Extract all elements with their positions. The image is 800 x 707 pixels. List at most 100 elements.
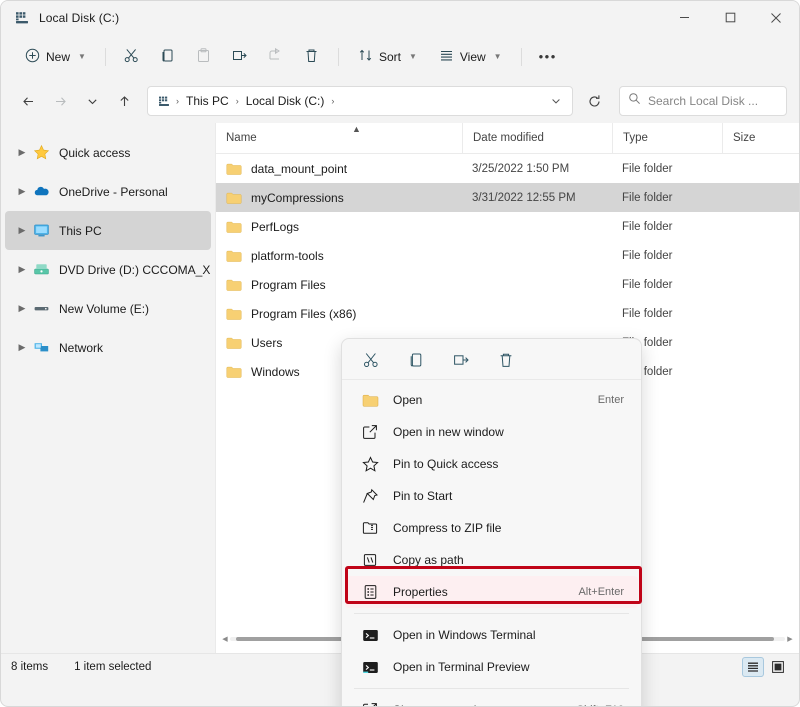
column-header-date-modified[interactable]: Date modified: [462, 123, 612, 154]
date-modified-cell: 3/25/2022 1:50 PM: [472, 162, 570, 175]
cut-button[interactable]: [356, 346, 386, 374]
context-menu-item-label: Pin to Start: [393, 489, 453, 503]
context-menu-item-open-in-new-window[interactable]: Open in new window: [345, 416, 638, 448]
context-menu-item-label: Show more options: [393, 703, 496, 706]
up-button[interactable]: [109, 86, 139, 116]
table-row[interactable]: data_mount_point 3/25/2022 1:50 PM File …: [216, 154, 799, 183]
more-options-button[interactable]: •••: [531, 42, 565, 72]
context-menu-item-open-in-terminal-preview[interactable]: Open in Terminal Preview: [345, 651, 638, 683]
chevron-right-icon[interactable]: ▶: [11, 225, 33, 236]
zip-icon: [361, 520, 379, 536]
large-icons-view-button[interactable]: [767, 657, 789, 677]
cloud-icon: [33, 183, 50, 200]
plus-circle-icon: [25, 48, 40, 66]
rename-button[interactable]: [223, 42, 257, 72]
drive-icon: [33, 300, 50, 317]
chevron-right-icon[interactable]: ▶: [11, 342, 33, 353]
context-menu-item-open-in-windows-terminal[interactable]: Open in Windows Terminal: [345, 619, 638, 651]
details-view-button[interactable]: [742, 657, 764, 677]
table-row[interactable]: Program Files (x86) File folder: [216, 299, 799, 328]
terminal-preview-icon: [361, 660, 379, 675]
file-name-label: Users: [251, 335, 283, 350]
view-icon: [439, 48, 454, 66]
context-menu-item-compress-to-zip[interactable]: Compress to ZIP file: [345, 512, 638, 544]
sidebar-item-onedrive[interactable]: ▶ OneDrive - Personal: [5, 172, 211, 211]
sidebar-item-this-pc[interactable]: ▶ This PC: [5, 211, 211, 250]
sidebar-item-dvd-drive[interactable]: ▶ DVD Drive (D:) CCCOMA_X64FR: [5, 250, 211, 289]
column-header-type[interactable]: Type: [612, 123, 722, 154]
context-menu-item-label: Compress to ZIP file: [393, 521, 502, 535]
refresh-button[interactable]: [579, 86, 609, 116]
view-toggle-group: [742, 657, 789, 677]
context-menu-item-properties[interactable]: Properties Alt+Enter: [345, 576, 638, 608]
chevron-right-icon[interactable]: ▶: [11, 147, 33, 158]
column-header-name[interactable]: Name ▲: [216, 123, 462, 154]
table-row[interactable]: platform-tools File folder: [216, 241, 799, 270]
selection-status-label: 1 item selected: [74, 661, 152, 673]
context-menu-item-pin-to-quick-access[interactable]: Pin to Quick access: [345, 448, 638, 480]
scroll-right-arrow-icon[interactable]: ▶: [785, 635, 795, 643]
sidebar-item-quick-access[interactable]: ▶ Quick access: [5, 133, 211, 172]
breadcrumb-dropdown-icon[interactable]: [544, 88, 568, 114]
forward-button[interactable]: [45, 86, 75, 116]
properties-icon: [361, 584, 379, 600]
file-name-cell: Program Files: [216, 278, 462, 292]
context-menu-item-open[interactable]: Open Enter: [345, 384, 638, 416]
recent-locations-button[interactable]: [77, 86, 107, 116]
sort-button[interactable]: Sort ▼: [348, 42, 427, 72]
copy-button[interactable]: [151, 42, 185, 72]
maximize-button[interactable]: [707, 1, 753, 34]
breadcrumb-separator: ›: [331, 96, 335, 106]
context-menu-item-show-more-options[interactable]: Show more options Shift+F10: [345, 694, 638, 706]
rename-button[interactable]: [446, 346, 476, 374]
table-row[interactable]: myCompressions 3/31/2022 12:55 PM File f…: [216, 183, 799, 212]
search-input[interactable]: Search Local Disk ...: [648, 94, 758, 108]
sidebar-item-network[interactable]: ▶ Network: [5, 328, 211, 367]
delete-button[interactable]: [295, 42, 329, 72]
windows-terminal-icon: [361, 628, 379, 643]
context-menu-item-label: Open in Windows Terminal: [393, 628, 536, 642]
breadcrumb-item-local-disk[interactable]: Local Disk (C:): [240, 94, 331, 108]
delete-button[interactable]: [491, 346, 521, 374]
table-row[interactable]: PerfLogs File folder: [216, 212, 799, 241]
address-bar: › This PC › Local Disk (C:) › Search Loc…: [1, 79, 799, 123]
chevron-right-icon[interactable]: ▶: [11, 264, 33, 275]
chevron-right-icon[interactable]: ▶: [11, 303, 33, 314]
context-menu-item-label: Pin to Quick access: [393, 457, 499, 471]
context-menu-item-label: Properties: [393, 585, 448, 599]
paste-button[interactable]: [187, 42, 221, 72]
search-box[interactable]: Search Local Disk ...: [619, 86, 787, 116]
chevron-down-icon: ▼: [408, 52, 417, 61]
column-header-size[interactable]: Size: [722, 123, 799, 154]
share-button[interactable]: [259, 42, 293, 72]
file-name-label: Program Files: [251, 277, 326, 292]
context-menu-item-accelerator: Enter: [597, 394, 624, 406]
type-cell: File folder: [622, 278, 673, 291]
folder-icon: [226, 249, 242, 263]
new-button[interactable]: New ▼: [15, 42, 96, 72]
file-name-label: myCompressions: [251, 190, 344, 205]
view-button[interactable]: View ▼: [429, 42, 512, 72]
sidebar-item-new-volume[interactable]: ▶ New Volume (E:): [5, 289, 211, 328]
copy-button[interactable]: [401, 346, 431, 374]
copy-icon: [159, 47, 176, 67]
close-button[interactable]: [753, 1, 799, 34]
file-name-label: Program Files (x86): [251, 306, 357, 321]
minimize-button[interactable]: [661, 1, 707, 34]
breadcrumb-item-this-pc[interactable]: This PC: [180, 94, 235, 108]
cut-button[interactable]: [115, 42, 149, 72]
chevron-right-icon[interactable]: ▶: [11, 186, 33, 197]
context-menu-item-label: Open in Terminal Preview: [393, 660, 530, 674]
file-name-cell: myCompressions: [216, 191, 462, 205]
breadcrumb[interactable]: › This PC › Local Disk (C:) ›: [147, 86, 573, 116]
table-row[interactable]: Program Files File folder: [216, 270, 799, 299]
back-button[interactable]: [13, 86, 43, 116]
context-menu-item-copy-as-path[interactable]: Copy as path: [345, 544, 638, 576]
context-menu-item-pin-to-start[interactable]: Pin to Start: [345, 480, 638, 512]
navigation-pane: ▶ Quick access ▶ OneDrive - Personal ▶ T…: [1, 123, 215, 653]
search-icon: [628, 92, 641, 110]
scroll-left-arrow-icon[interactable]: ◀: [220, 635, 230, 643]
folder-icon: [226, 307, 242, 321]
folder-icon: [226, 191, 242, 205]
toolbar-divider-3: [520, 47, 522, 66]
